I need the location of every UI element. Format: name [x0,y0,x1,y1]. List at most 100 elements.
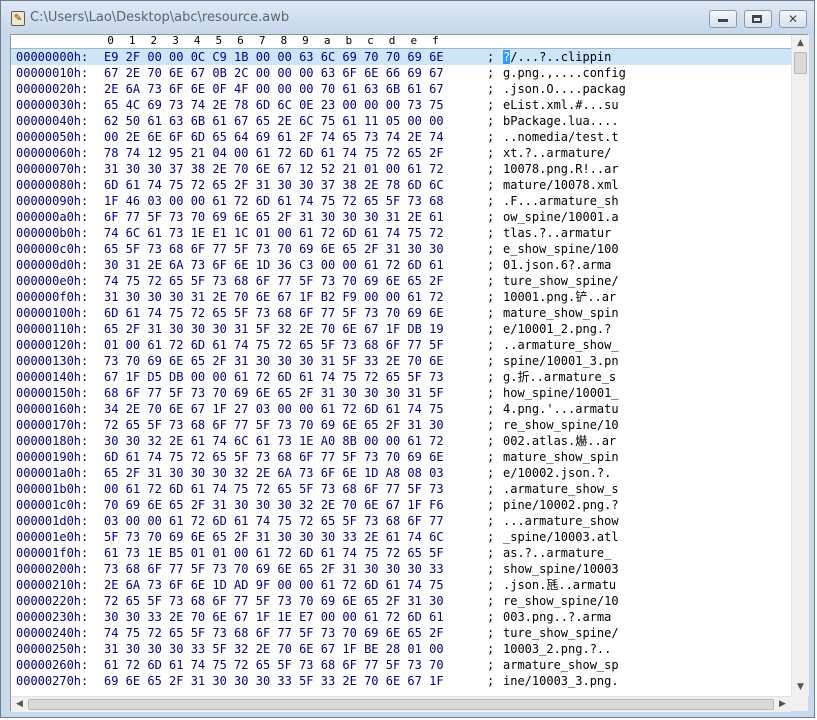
hex-row[interactable]: 00000000h: E9 2F 00 00 0C C9 1B 00 00 63 … [11,49,791,65]
row-offset[interactable]: 000001a0h: [16,465,88,481]
row-hex-bytes[interactable]: 03 00 00 61 72 6D 61 74 75 72 65 5F 73 6… [104,513,444,529]
row-offset[interactable]: 00000200h: [16,561,88,577]
row-offset[interactable]: 00000020h: [16,81,88,97]
row-ascii[interactable]: e/10002.json.?. [503,465,611,481]
row-offset[interactable]: 00000120h: [16,337,88,353]
row-hex-bytes[interactable]: 72 65 5F 73 68 6F 77 5F 73 70 69 6E 65 2… [104,417,444,433]
hex-row[interactable]: 00000150h: 68 6F 77 5F 73 70 69 6E 65 2F … [11,385,791,401]
hex-row[interactable]: 000000e0h: 74 75 72 65 5F 73 68 6F 77 5F … [11,273,791,289]
hex-row[interactable]: 00000260h: 61 72 6D 61 74 75 72 65 5F 73 … [11,657,791,673]
hex-row[interactable]: 000001c0h: 70 69 6E 65 2F 31 30 30 30 32 … [11,497,791,513]
row-hex-bytes[interactable]: 69 6E 65 2F 31 30 30 30 33 5F 33 2E 70 6… [104,673,444,689]
row-hex-bytes[interactable]: 74 75 72 65 5F 73 68 6F 77 5F 73 70 69 6… [104,273,444,289]
row-ascii[interactable]: .json.O....packag [503,81,626,97]
minimize-button[interactable] [709,10,737,28]
hex-row[interactable]: 00000180h: 30 30 32 2E 61 74 6C 61 73 1E … [11,433,791,449]
row-ascii[interactable]: how_spine/10001_ [503,385,619,401]
row-ascii[interactable]: g.png.,....config [503,65,626,81]
row-ascii[interactable]: mature_show_spin [503,305,619,321]
hex-row[interactable]: 00000080h: 6D 61 74 75 72 65 2F 31 30 30 … [11,177,791,193]
row-hex-bytes[interactable]: E9 2F 00 00 0C C9 1B 00 00 63 6C 69 70 7… [104,49,444,65]
row-hex-bytes[interactable]: 6F 77 5F 73 70 69 6E 65 2F 31 30 30 30 3… [104,209,444,225]
row-hex-bytes[interactable]: 65 2F 31 30 30 30 32 2E 6A 73 6F 6E 1D A… [104,465,444,481]
row-ascii[interactable]: e/10001_2.png.? [503,321,611,337]
row-offset[interactable]: 00000190h: [16,449,88,465]
row-ascii[interactable]: mature/10078.xml [503,177,619,193]
row-hex-bytes[interactable]: 61 72 6D 61 74 75 72 65 5F 73 68 6F 77 5… [104,657,444,673]
row-ascii[interactable]: bPackage.lua.... [503,113,619,129]
row-ascii[interactable]: spine/10001_3.pn [503,353,619,369]
row-hex-bytes[interactable]: 31 30 30 37 38 2E 70 6E 67 12 52 21 01 0… [104,161,444,177]
row-ascii[interactable]: .json.瓱..armatu [503,577,616,593]
row-offset[interactable]: 00000180h: [16,433,88,449]
hex-row[interactable]: 00000050h: 00 2E 6E 6F 6D 65 64 69 61 2F … [11,129,791,145]
vertical-scroll-thumb[interactable] [794,52,807,74]
hex-row[interactable]: 000000c0h: 65 5F 73 68 6F 77 5F 73 70 69 … [11,241,791,257]
row-ascii[interactable]: re_show_spine/10 [503,593,619,609]
row-offset[interactable]: 00000000h: [16,49,88,65]
hex-row[interactable]: 000000a0h: 6F 77 5F 73 70 69 6E 65 2F 31 … [11,209,791,225]
row-hex-bytes[interactable]: 5F 73 70 69 6E 65 2F 31 30 30 30 33 2E 6… [104,529,444,545]
row-ascii[interactable]: ...armature_show [503,513,619,529]
row-hex-bytes[interactable]: 68 6F 77 5F 73 70 69 6E 65 2F 31 30 30 3… [104,385,444,401]
row-offset[interactable]: 00000100h: [16,305,88,321]
row-offset[interactable]: 00000040h: [16,113,88,129]
row-ascii[interactable]: 10001.png.铲..ar [503,289,616,305]
row-offset[interactable]: 000001b0h: [16,481,88,497]
hex-row[interactable]: 00000130h: 73 70 69 6E 65 2F 31 30 30 30 … [11,353,791,369]
maximize-button[interactable] [744,10,772,28]
row-ascii[interactable]: 4.png.'...armatu [503,401,619,417]
row-ascii[interactable]: 10078.png.R!..ar [503,161,619,177]
scroll-up-arrow-icon[interactable]: ▲ [792,35,809,52]
row-hex-bytes[interactable]: 2E 6A 73 6F 6E 0F 4F 00 00 00 70 61 63 6… [104,81,444,97]
row-offset[interactable]: 00000170h: [16,417,88,433]
row-offset[interactable]: 00000080h: [16,177,88,193]
hex-row[interactable]: 00000060h: 78 74 12 95 21 04 00 61 72 6D … [11,145,791,161]
row-hex-bytes[interactable]: 00 61 72 6D 61 74 75 72 65 5F 73 68 6F 7… [104,481,444,497]
row-offset[interactable]: 00000150h: [16,385,88,401]
row-hex-bytes[interactable]: 74 6C 61 73 1E E1 1C 01 00 61 72 6D 61 7… [104,225,444,241]
row-ascii[interactable]: ..armature_show_ [503,337,619,353]
row-ascii[interactable]: .armature_show_s [503,481,619,497]
row-ascii[interactable]: tlas.?..armatur [503,225,611,241]
hex-row[interactable]: 00000210h: 2E 6A 73 6F 6E 1D AD 9F 00 00 … [11,577,791,593]
hex-row[interactable]: 000000d0h: 30 31 2E 6A 73 6F 6E 1D 36 C3 … [11,257,791,273]
row-hex-bytes[interactable]: 65 2F 31 30 30 30 31 5F 32 2E 70 6E 67 1… [104,321,444,337]
row-offset[interactable]: 00000050h: [16,129,88,145]
hex-row[interactable]: 00000070h: 31 30 30 37 38 2E 70 6E 67 12 … [11,161,791,177]
hex-row[interactable]: 00000230h: 30 30 33 2E 70 6E 67 1F 1E E7 … [11,609,791,625]
row-offset[interactable]: 00000140h: [16,369,88,385]
scroll-right-arrow-icon[interactable]: ▶ [774,697,791,712]
row-offset[interactable]: 00000220h: [16,593,88,609]
row-offset[interactable]: 00000240h: [16,625,88,641]
row-ascii[interactable]: show_spine/10003 [503,561,619,577]
row-ascii[interactable]: 003.png..?.arma [503,609,611,625]
row-offset[interactable]: 00000030h: [16,97,88,113]
hex-row[interactable]: 000001d0h: 03 00 00 61 72 6D 61 74 75 72 … [11,513,791,529]
row-offset[interactable]: 00000070h: [16,161,88,177]
row-hex-bytes[interactable]: 65 5F 73 68 6F 77 5F 73 70 69 6E 65 2F 3… [104,241,444,257]
row-offset[interactable]: 00000160h: [16,401,88,417]
row-ascii[interactable]: xt.?..armature/ [503,145,611,161]
row-offset[interactable]: 000000f0h: [16,289,88,305]
row-offset[interactable]: 000000a0h: [16,209,88,225]
hex-row[interactable]: 00000240h: 74 75 72 65 5F 73 68 6F 77 5F … [11,625,791,641]
hex-row[interactable]: 00000190h: 6D 61 74 75 72 65 5F 73 68 6F … [11,449,791,465]
row-offset[interactable]: 00000130h: [16,353,88,369]
hex-row[interactable]: 00000010h: 67 2E 70 6E 67 0B 2C 00 00 00 … [11,65,791,81]
hex-row[interactable]: 00000160h: 34 2E 70 6E 67 1F 27 03 00 00 … [11,401,791,417]
row-ascii[interactable]: 01.json.6?.arma [503,257,611,273]
row-ascii[interactable]: armature_show_sp [503,657,619,673]
row-hex-bytes[interactable]: 31 30 30 30 31 2E 70 6E 67 1F B2 F9 00 0… [104,289,444,305]
hex-row[interactable]: 000000b0h: 74 6C 61 73 1E E1 1C 01 00 61 … [11,225,791,241]
row-offset[interactable]: 000001f0h: [16,545,88,561]
scroll-left-arrow-icon[interactable]: ◀ [11,697,28,712]
row-hex-bytes[interactable]: 30 31 2E 6A 73 6F 6E 1D 36 C3 00 00 61 7… [104,257,444,273]
row-hex-bytes[interactable]: 61 73 1E B5 01 01 00 61 72 6D 61 74 75 7… [104,545,444,561]
row-offset[interactable]: 00000060h: [16,145,88,161]
row-offset[interactable]: 00000260h: [16,657,88,673]
row-ascii[interactable]: .F...armature_sh [503,193,619,209]
row-hex-bytes[interactable]: 62 50 61 63 6B 61 67 65 2E 6C 75 61 11 0… [104,113,444,129]
row-hex-bytes[interactable]: 1F 46 03 00 00 61 72 6D 61 74 75 72 65 5… [104,193,444,209]
row-offset[interactable]: 000000e0h: [16,273,88,289]
